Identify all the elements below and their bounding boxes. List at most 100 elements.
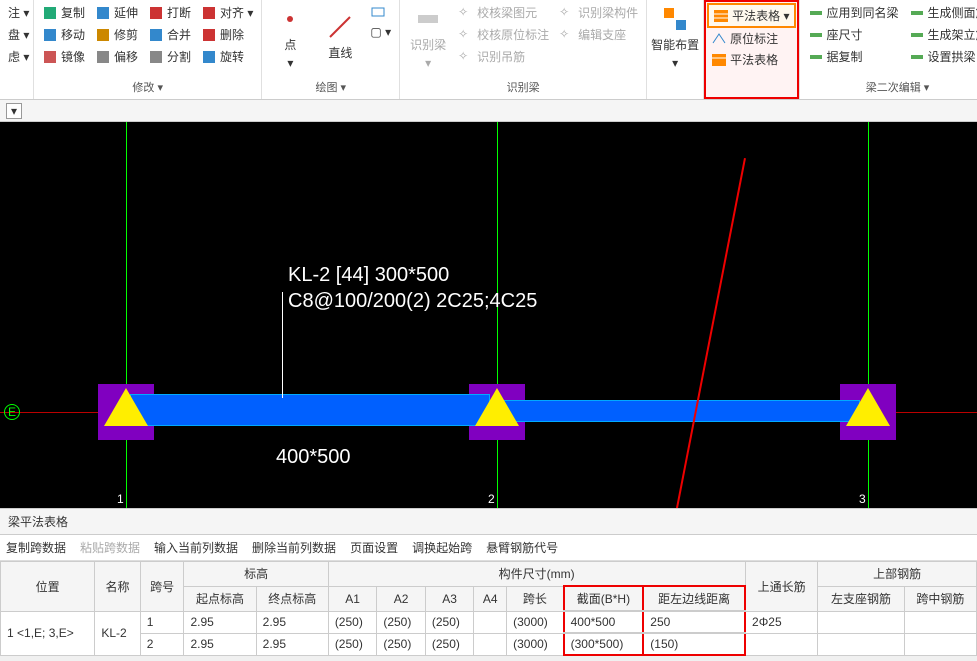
hdr-size[interactable]: 构件尺寸(mm) [328,562,745,587]
btn-分割[interactable]: 分割 [144,46,195,67]
tb-page-setup[interactable]: 页面设置 [350,539,398,556]
hdr-tong[interactable]: 上通长筋 [745,562,818,612]
cell-sec[interactable]: (300*500) [564,633,644,655]
cell-a2[interactable]: (250) [377,633,426,655]
cell-end[interactable]: 2.95 [256,611,328,633]
btn-line[interactable]: 直线 [316,2,364,72]
btn-偏移[interactable]: 偏移 [91,46,142,67]
cell-tong[interactable]: 2Φ25 [745,611,818,633]
cell-tong[interactable] [745,633,818,655]
tb-swap-span[interactable]: 调换起始跨 [412,539,472,556]
tb-copy-span[interactable]: 复制跨数据 [6,539,66,556]
cell-span[interactable]: 1 [140,611,184,633]
btn-删除[interactable]: 删除 [197,24,257,45]
table-row[interactable]: 22.952.95(250)(250)(250)(3000)(300*500)(… [1,633,977,655]
btn-移动[interactable]: 移动 [38,24,89,45]
btn-orig-annot[interactable]: 原位标注 [707,28,795,49]
btn-延伸[interactable]: 延伸 [91,2,142,23]
tb-paste-span[interactable]: 粘贴跨数据 [80,539,140,556]
cell-a1[interactable]: (250) [328,633,377,655]
hdr-mid[interactable]: 跨中钢筋 [904,586,976,611]
cell-len[interactable]: (3000) [507,633,564,655]
btn-复制[interactable]: 复制 [38,2,89,23]
hdr-name[interactable]: 名称 [95,562,140,612]
btn-合并[interactable]: 合并 [144,24,195,45]
btn-校核原位标注[interactable]: ✧校核原位标注 [454,24,553,45]
cell-a3[interactable]: (250) [425,633,474,655]
drawing-canvas[interactable]: E 1 2 3 KL-2 [44] 300*500 C8@100/200(2) … [0,122,977,508]
hdr-upper[interactable]: 上部钢筋 [818,562,977,587]
btn-设置拱梁 ▾[interactable]: 设置拱梁 ▾ [905,46,977,67]
btn-识别吊筋[interactable]: ✧识别吊筋 [454,46,553,67]
btn-flat-table-dd[interactable]: 平法表格 ▾ [707,3,795,28]
cell-sec[interactable]: 400*500 [564,611,644,633]
btn-对齐 ▾[interactable]: 对齐 ▾ [197,2,257,23]
hdr-dist[interactable]: 距左边线距离 [643,586,745,611]
hdr-a3[interactable]: A3 [425,586,474,611]
btn-more-shape[interactable]: ▢ ▾ [366,23,395,41]
tb-input-col[interactable]: 输入当前列数据 [154,539,238,556]
btn-rect[interactable] [366,2,395,22]
btn-修剪[interactable]: 修剪 [91,24,142,45]
hdr-sec[interactable]: 截面(B*H) [564,586,644,611]
cell-mid[interactable] [904,633,976,655]
hdr-span[interactable]: 跨号 [140,562,184,612]
btn-镜像[interactable]: 镜像 [38,46,89,67]
btn-filter[interactable]: 虑 ▾ [4,46,33,67]
cell-dist[interactable]: 250 [643,611,745,633]
btn-识别梁构件[interactable]: ✧识别梁构件 [555,2,642,23]
hdr-elev[interactable]: 标高 [184,562,328,587]
tb-cantilever[interactable]: 悬臂钢筋代号 [486,539,558,556]
table-row[interactable]: 1 <1,E; 3,E>KL-212.952.95(250)(250)(250)… [1,611,977,633]
line-icon [326,13,354,41]
cell-lseat[interactable] [818,633,904,655]
hdr-lseat[interactable]: 左支座钢筋 [818,586,904,611]
gridline-1 [126,122,127,508]
btn-应用到同名梁[interactable]: 应用到同名梁 [804,2,903,23]
hdr-pos[interactable]: 位置 [1,562,95,612]
hdr-end[interactable]: 终点标高 [256,586,328,611]
tb-del-col[interactable]: 删除当前列数据 [252,539,336,556]
beam-span-1[interactable] [130,394,490,426]
dropdown-bar: ▾ [0,100,977,122]
btn-座尺寸[interactable]: 座尺寸 [804,24,903,45]
hdr-len[interactable]: 跨长 [507,586,564,611]
hdr-a1[interactable]: A1 [328,586,377,611]
btn-校核梁图元[interactable]: ✧校核梁图元 [454,2,553,23]
cell-name[interactable]: KL-2 [95,611,140,655]
cell-dist[interactable]: (150) [643,633,745,655]
tool-icon: ✧ [559,27,575,43]
btn-note[interactable]: 注 ▾ [4,2,33,23]
btn-flat-table[interactable]: 平法表格 [707,49,795,70]
cell-start[interactable]: 2.95 [184,611,256,633]
btn-编辑支座[interactable]: ✧编辑支座 [555,24,642,45]
cell-a3[interactable]: (250) [425,611,474,633]
support-tri-2 [475,388,519,426]
hdr-start[interactable]: 起点标高 [184,586,256,611]
beam-span-2[interactable] [500,400,860,422]
btn-打断[interactable]: 打断 [144,2,195,23]
dropdown-toggle[interactable]: ▾ [6,103,22,119]
cell-start[interactable]: 2.95 [184,633,256,655]
btn-生成侧面筋[interactable]: 生成侧面筋 [905,2,977,23]
hdr-a4[interactable]: A4 [474,586,507,611]
btn-recognize-beam[interactable]: 识别梁▾ [404,2,452,72]
btn-据复制[interactable]: 据复制 [804,46,903,67]
hdr-a2[interactable]: A2 [377,586,426,611]
cell-span[interactable]: 2 [140,633,184,655]
cell-end[interactable]: 2.95 [256,633,328,655]
cell-a4[interactable] [474,611,507,633]
cell-a2[interactable]: (250) [377,611,426,633]
cell-a1[interactable]: (250) [328,611,377,633]
cell-pos[interactable]: 1 <1,E; 3,E> [1,611,95,655]
cell-mid[interactable] [904,611,976,633]
btn-旋转[interactable]: 旋转 [197,46,257,67]
data-grid[interactable]: 位置 名称 跨号 标高 构件尺寸(mm) 上通长筋 上部钢筋 起点标高 终点标高… [0,561,977,656]
cell-lseat[interactable] [818,611,904,633]
btn-生成架立筋[interactable]: 生成架立筋 [905,24,977,45]
cell-len[interactable]: (3000) [507,611,564,633]
btn-point[interactable]: 点▾ [266,2,314,72]
cell-a4[interactable] [474,633,507,655]
btn-smart-layout[interactable]: 智能布置▾ [651,2,699,72]
btn-disk[interactable]: 盘 ▾ [4,24,33,45]
